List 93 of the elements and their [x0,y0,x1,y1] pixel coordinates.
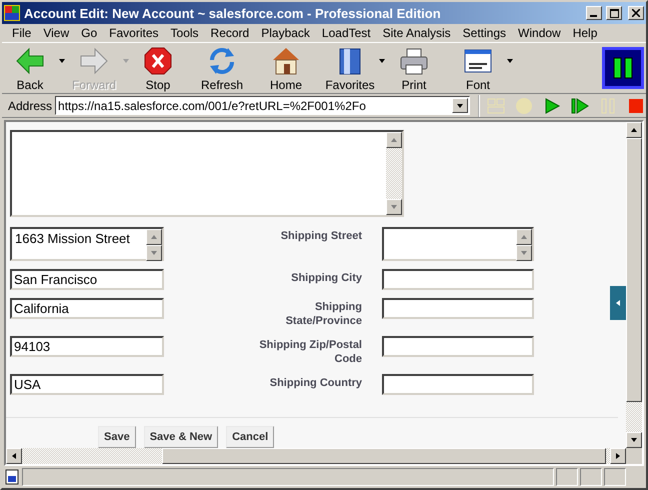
toolbar-button[interactable]: Back [4,44,56,92]
scroll-thumb[interactable] [162,448,606,464]
maximize-button[interactable] [606,6,622,20]
up-arrow-icon [390,136,398,144]
form-button[interactable]: Save [98,426,136,448]
form-button[interactable]: Save & New [144,426,218,448]
scrollbar[interactable] [146,229,162,259]
status-panel [604,468,626,486]
menu-item[interactable]: Window [512,26,567,40]
field-label: Shipping Street [280,229,363,244]
menu-item[interactable]: Settings [456,26,512,40]
field-label: Shipping Country [268,376,363,391]
form-button[interactable]: Cancel [226,426,274,448]
scroll-down-button[interactable] [386,199,402,215]
toolbar-button[interactable]: Print [388,44,440,92]
dropdown-button[interactable] [452,98,468,113]
input-field[interactable]: USA [10,374,164,395]
input-field[interactable]: 94103 [10,336,164,357]
scroll-up-button[interactable] [626,122,642,138]
left-arrow-icon [614,299,622,307]
window-title: Account Edit: New Account ~ salesforce.com - Professional Edition [24,6,442,20]
down-arrow-icon [520,249,528,257]
input-field[interactable] [382,269,534,290]
menu-item[interactable]: LoadTest [316,26,377,40]
toolbar-button[interactable]: Home [260,44,312,92]
up-arrow-icon [150,233,158,241]
scroll-thumb[interactable] [626,138,642,402]
caret-icon [378,57,386,65]
horizontal-scrollbar[interactable] [6,448,642,464]
scroll-up-button[interactable] [146,229,162,245]
input-field[interactable]: California [10,298,164,319]
scroll-left-button[interactable] [6,448,22,464]
field-label: Shipping Zip/Postal Code [258,338,363,366]
menu-item[interactable]: Help [566,26,604,40]
description-field[interactable] [10,130,404,217]
scroll-up-button[interactable] [516,229,532,245]
page-icon [4,469,20,485]
scroll-down-button[interactable] [146,245,162,261]
scroll-down-button[interactable] [626,432,642,448]
caret-icon [122,57,130,65]
toolbar-button[interactable]: Stop [132,44,184,92]
up-arrow-icon [630,126,638,134]
menu-item[interactable]: File [6,26,38,40]
menu-item[interactable]: Record [204,26,256,40]
up-arrow-icon [520,233,528,241]
left-arrow-icon [10,452,18,460]
right-arrow-icon [614,452,622,460]
caret-icon [456,102,464,110]
toolbar-button[interactable]: Refresh [196,44,248,92]
pause-bars-icon [611,56,635,80]
scrollbar-corner [626,448,642,464]
menu-item[interactable]: Tools [164,26,205,40]
scroll-right-button[interactable] [610,448,626,464]
address-field[interactable]: https://na15.salesforce.com/001/e?retURL=%2F001%2Fo [55,96,470,115]
down-arrow-icon [390,203,398,211]
scroll-down-button[interactable] [516,245,532,261]
side-tab[interactable] [610,286,626,320]
field-label: Shipping State/Province [284,300,363,328]
close-icon [632,9,640,17]
down-arrow-icon [150,249,158,257]
address-label: Address [7,98,54,112]
scrollbar[interactable] [516,229,532,259]
caret-icon [506,57,514,65]
down-arrow-icon [630,436,638,444]
minimize-button[interactable] [586,6,602,20]
right-arrow-icon [78,46,110,76]
menu-item[interactable]: Playback [255,26,316,40]
printer-icon [398,46,430,76]
street-field[interactable]: 1663 Mission Street [10,227,164,261]
input-field[interactable] [382,374,534,395]
toolbar-button[interactable]: Font [452,44,504,92]
caret-icon [58,57,66,65]
menu-item[interactable]: View [37,26,76,40]
scrollbar[interactable] [386,132,402,215]
input-field[interactable] [382,298,534,319]
stop-icon [142,46,174,76]
left-arrow-icon [14,46,46,76]
vertical-scrollbar[interactable] [626,122,642,448]
street-field[interactable] [382,227,534,261]
menu-item[interactable]: Site Analysis [376,26,457,40]
field-label: Shipping City [290,271,363,286]
app-icon [4,5,20,21]
status-panel [580,468,602,486]
close-button[interactable] [628,6,644,20]
step-play-icon[interactable] [570,96,590,116]
input-field[interactable]: San Francisco [10,269,164,290]
maximize-icon [610,8,618,18]
input-field[interactable] [382,336,534,357]
menu-item[interactable]: Favorites [103,26,165,40]
status-panel [556,468,578,486]
toolbar-button[interactable]: Favorites [324,44,376,92]
scroll-up-button[interactable] [386,132,402,148]
menu-item[interactable]: Go [75,26,104,40]
